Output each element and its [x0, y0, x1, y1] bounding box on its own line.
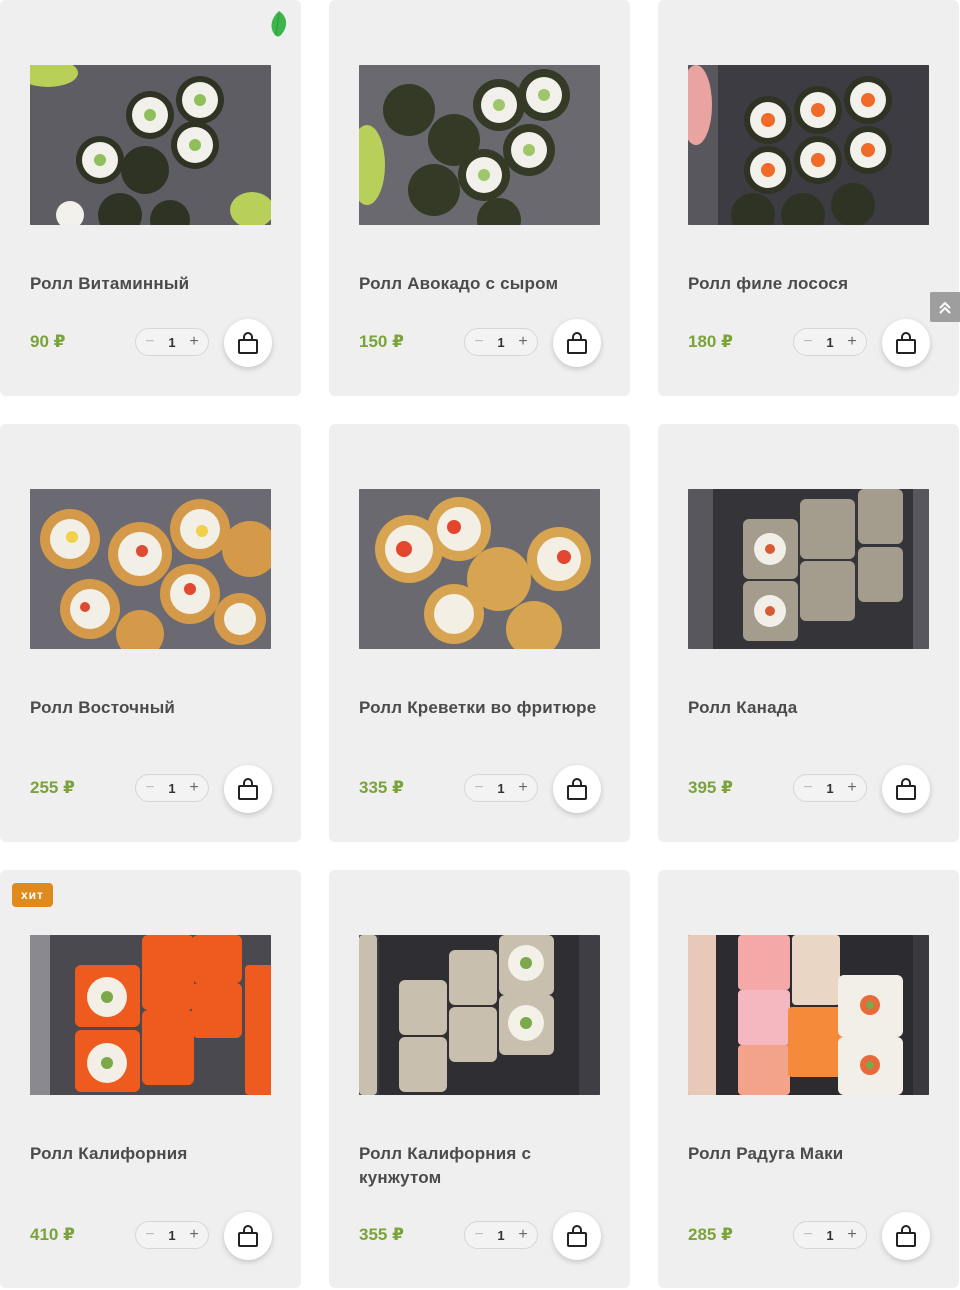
product-card[interactable]: Ролл Канада 395 ₽ − 1 + — [658, 424, 959, 842]
add-to-cart-button[interactable] — [224, 765, 272, 813]
product-photo[interactable] — [688, 65, 929, 225]
increase-button[interactable]: + — [517, 779, 529, 797]
product-photo[interactable] — [359, 935, 600, 1095]
shopping-bag-icon — [896, 332, 916, 354]
add-to-cart-button[interactable] — [882, 319, 930, 367]
product-name[interactable]: Ролл Калифорния — [30, 1142, 271, 1166]
double-chevron-up-icon — [939, 301, 951, 314]
decrease-button[interactable]: − — [473, 1226, 485, 1244]
product-name[interactable]: Ролл филе лосося — [688, 272, 929, 296]
add-to-cart-button[interactable] — [553, 765, 601, 813]
quantity-value[interactable]: 1 — [168, 335, 175, 350]
product-name[interactable]: Ролл Креветки во фритюре — [359, 696, 600, 720]
decrease-button[interactable]: − — [802, 333, 814, 351]
product-card[interactable]: Ролл Авокадо с сыром 150 ₽ − 1 + — [329, 0, 630, 396]
product-card[interactable]: Ролл филе лосося 180 ₽ − 1 + — [658, 0, 959, 396]
product-name[interactable]: Ролл Калифорния с кунжутом — [359, 1142, 600, 1190]
shopping-bag-icon — [567, 332, 587, 354]
decrease-button[interactable]: − — [802, 779, 814, 797]
quantity-value[interactable]: 1 — [826, 781, 833, 796]
quantity-stepper[interactable]: − 1 + — [135, 328, 209, 356]
product-price: 410 ₽ — [30, 1225, 75, 1244]
product-photo[interactable] — [688, 935, 929, 1095]
quantity-stepper[interactable]: − 1 + — [135, 774, 209, 802]
shopping-bag-icon — [238, 1225, 258, 1247]
quantity-value[interactable]: 1 — [826, 335, 833, 350]
product-photo[interactable] — [30, 935, 271, 1095]
product-price: 180 ₽ — [688, 332, 733, 351]
quantity-value[interactable]: 1 — [168, 1228, 175, 1243]
quantity-stepper[interactable]: − 1 + — [135, 1221, 209, 1249]
quantity-stepper[interactable]: − 1 + — [793, 774, 867, 802]
increase-button[interactable]: + — [188, 1226, 200, 1244]
product-card[interactable]: Ролл Радуга Маки 285 ₽ − 1 + — [658, 870, 959, 1288]
decrease-button[interactable]: − — [144, 1226, 156, 1244]
quantity-value[interactable]: 1 — [497, 1228, 504, 1243]
decrease-button[interactable]: − — [144, 333, 156, 351]
product-card[interactable]: Ролл Витаминный 90 ₽ − 1 + — [0, 0, 301, 396]
product-photo[interactable] — [30, 489, 271, 649]
increase-button[interactable]: + — [517, 1226, 529, 1244]
product-price: 395 ₽ — [688, 778, 733, 797]
shopping-bag-icon — [567, 1225, 587, 1247]
product-price: 90 ₽ — [30, 332, 66, 351]
decrease-button[interactable]: − — [802, 1226, 814, 1244]
quantity-stepper[interactable]: − 1 + — [793, 1221, 867, 1249]
add-to-cart-button[interactable] — [553, 319, 601, 367]
product-card[interactable]: Ролл Восточный 255 ₽ − 1 + — [0, 424, 301, 842]
quantity-stepper[interactable]: − 1 + — [464, 1221, 538, 1249]
quantity-value[interactable]: 1 — [497, 781, 504, 796]
leaf-icon — [271, 11, 287, 37]
quantity-stepper[interactable]: − 1 + — [464, 328, 538, 356]
product-photo[interactable] — [359, 65, 600, 225]
quantity-stepper[interactable]: − 1 + — [793, 328, 867, 356]
product-card[interactable]: хит Ролл Калифорния 410 ₽ − 1 + — [0, 870, 301, 1288]
product-card[interactable]: Ролл Калифорния с кунжутом 355 ₽ − 1 + — [329, 870, 630, 1288]
increase-button[interactable]: + — [188, 779, 200, 797]
product-name[interactable]: Ролл Авокадо с сыром — [359, 272, 600, 296]
shopping-bag-icon — [238, 778, 258, 800]
increase-button[interactable]: + — [846, 1226, 858, 1244]
product-name[interactable]: Ролл Восточный — [30, 696, 271, 720]
add-to-cart-button[interactable] — [224, 1212, 272, 1260]
increase-button[interactable]: + — [846, 779, 858, 797]
shopping-bag-icon — [238, 332, 258, 354]
product-price: 285 ₽ — [688, 1225, 733, 1244]
product-grid: Ролл Витаминный 90 ₽ − 1 + Ролл Авокадо … — [0, 0, 960, 1288]
decrease-button[interactable]: − — [473, 333, 485, 351]
product-price: 255 ₽ — [30, 778, 75, 797]
product-price: 355 ₽ — [359, 1225, 404, 1244]
increase-button[interactable]: + — [188, 333, 200, 351]
product-name[interactable]: Ролл Витаминный — [30, 272, 271, 296]
add-to-cart-button[interactable] — [882, 765, 930, 813]
product-photo[interactable] — [359, 489, 600, 649]
decrease-button[interactable]: − — [144, 779, 156, 797]
add-to-cart-button[interactable] — [224, 319, 272, 367]
shopping-bag-icon — [896, 778, 916, 800]
quantity-stepper[interactable]: − 1 + — [464, 774, 538, 802]
quantity-value[interactable]: 1 — [168, 781, 175, 796]
hit-badge: хит — [12, 883, 53, 907]
product-photo[interactable] — [30, 65, 271, 225]
add-to-cart-button[interactable] — [882, 1212, 930, 1260]
add-to-cart-button[interactable] — [553, 1212, 601, 1260]
increase-button[interactable]: + — [517, 333, 529, 351]
shopping-bag-icon — [567, 778, 587, 800]
product-price: 150 ₽ — [359, 332, 404, 351]
product-name[interactable]: Ролл Радуга Маки — [688, 1142, 929, 1166]
shopping-bag-icon — [896, 1225, 916, 1247]
increase-button[interactable]: + — [846, 333, 858, 351]
scroll-to-top-button[interactable] — [930, 292, 960, 322]
product-card[interactable]: Ролл Креветки во фритюре 335 ₽ − 1 + — [329, 424, 630, 842]
quantity-value[interactable]: 1 — [826, 1228, 833, 1243]
product-photo[interactable] — [688, 489, 929, 649]
product-price: 335 ₽ — [359, 778, 404, 797]
decrease-button[interactable]: − — [473, 779, 485, 797]
quantity-value[interactable]: 1 — [497, 335, 504, 350]
product-name[interactable]: Ролл Канада — [688, 696, 929, 720]
